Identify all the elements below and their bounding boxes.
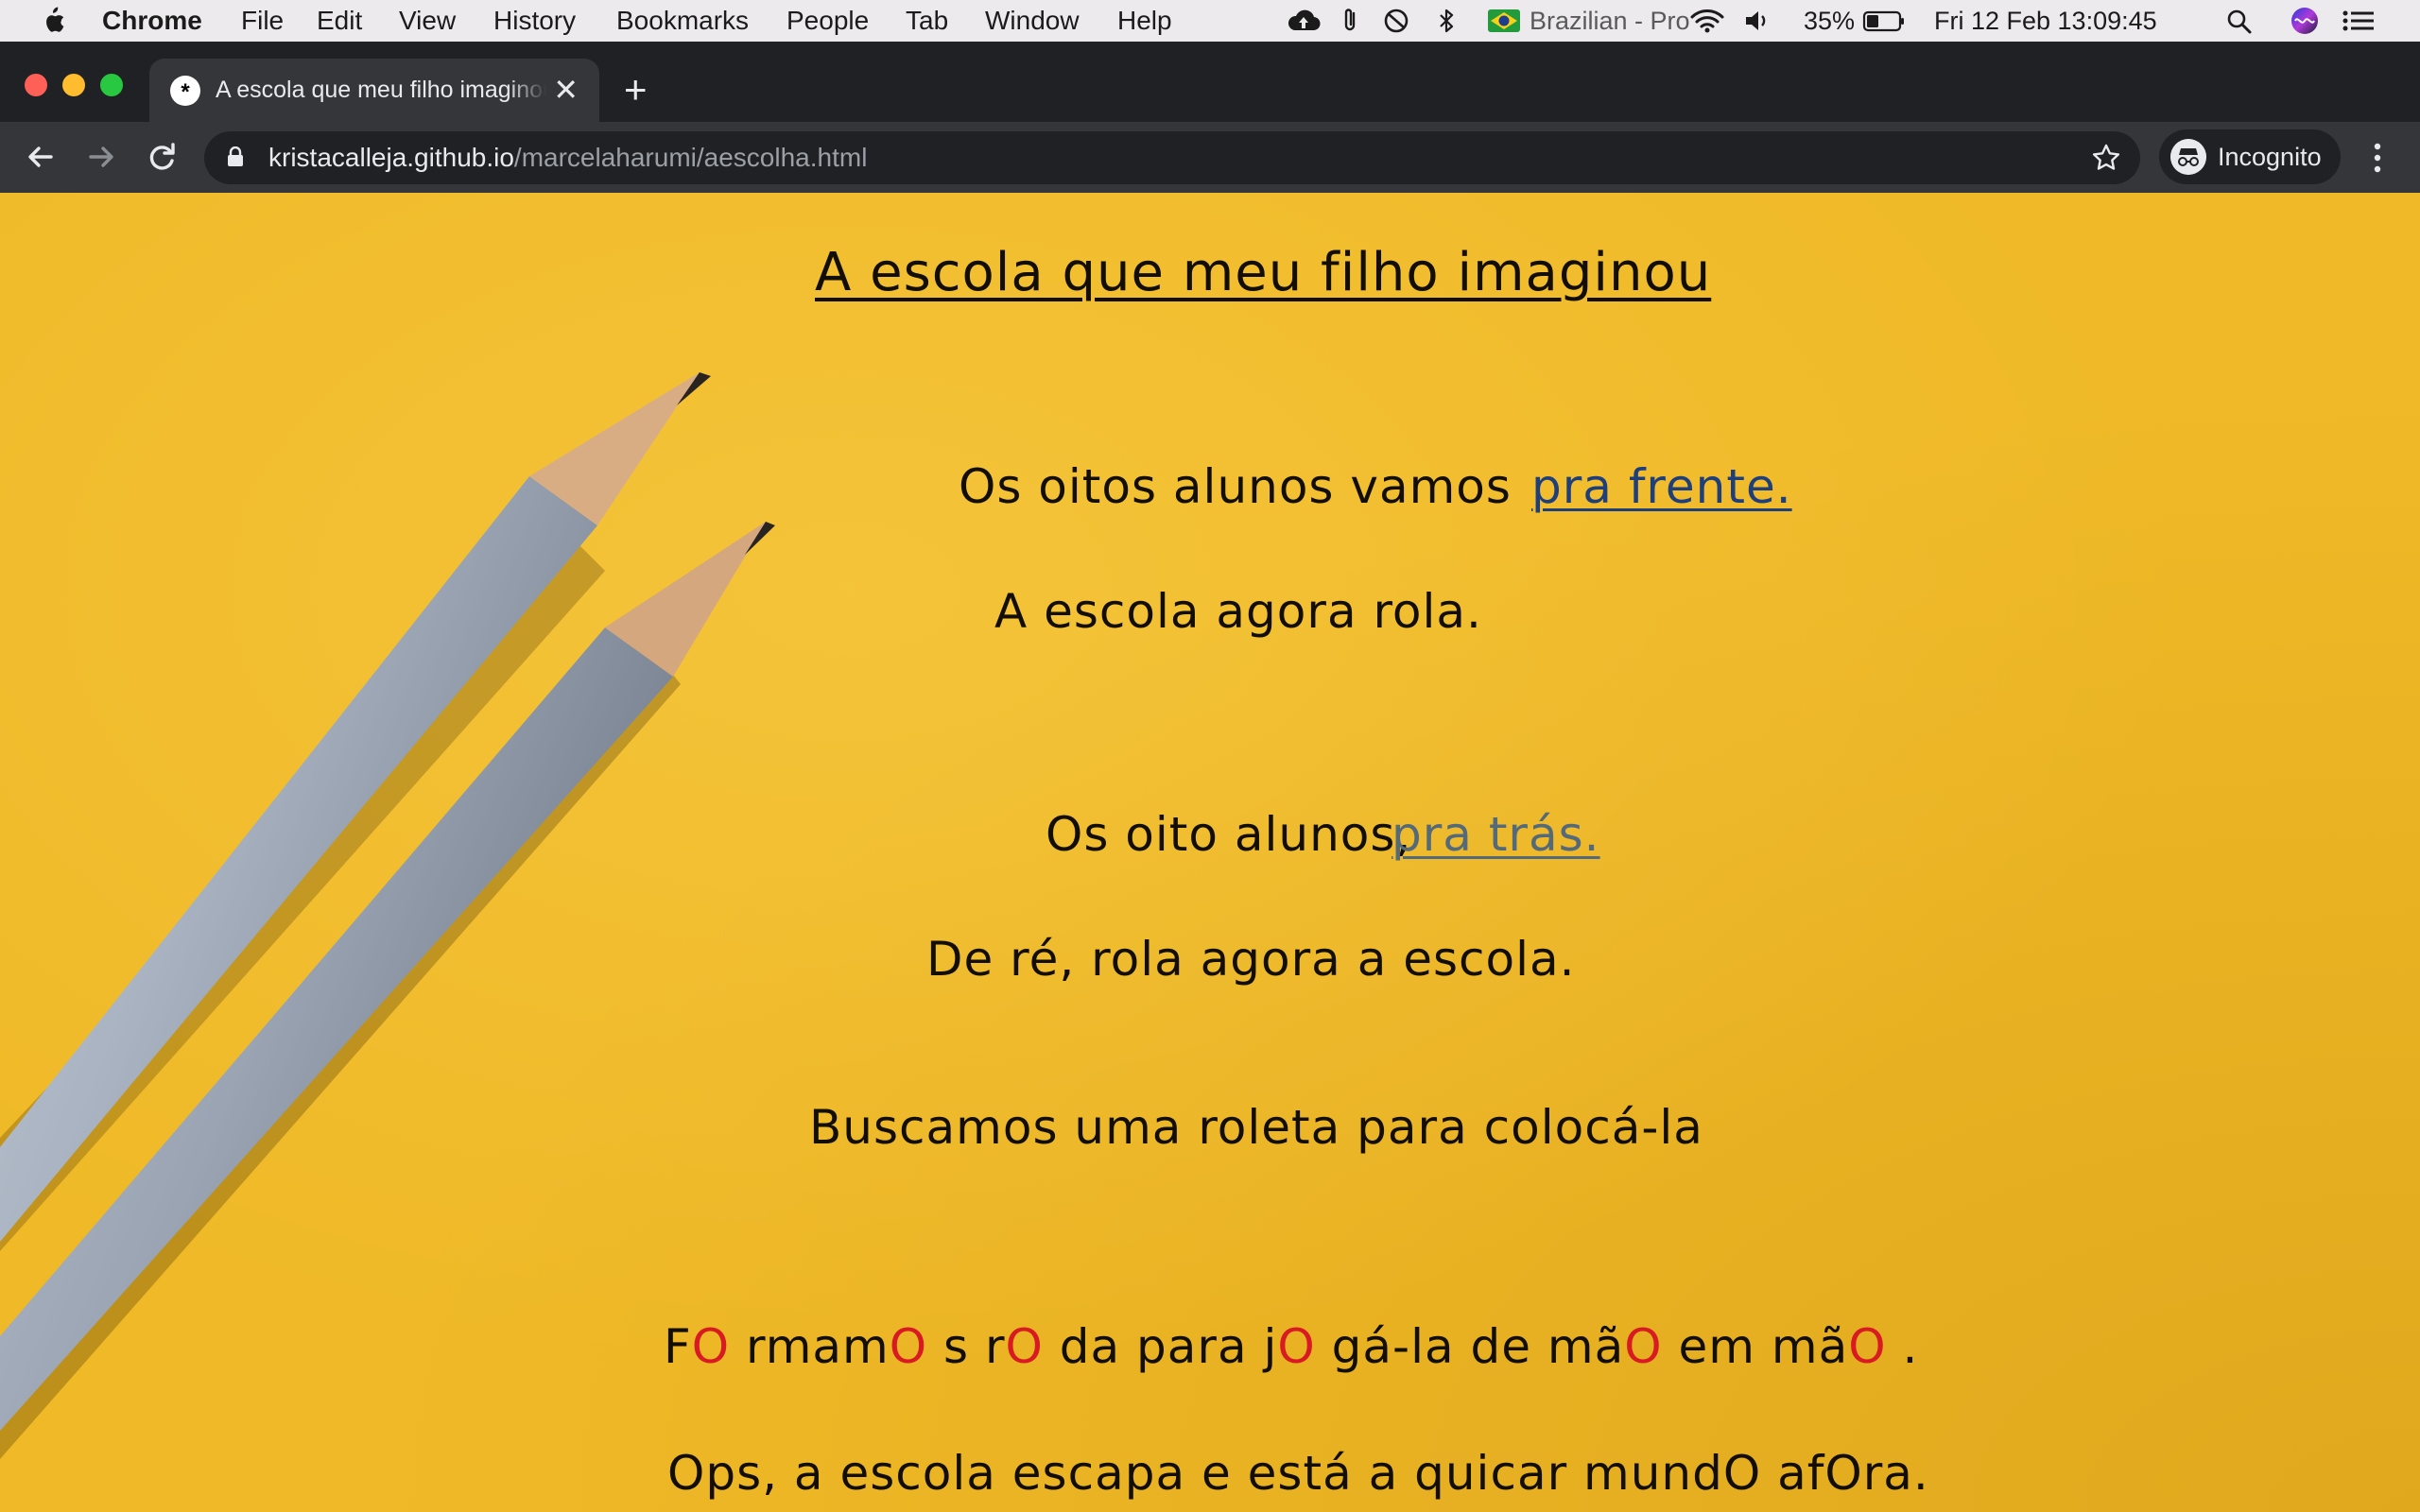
menu-tab[interactable]: Tab: [906, 4, 948, 38]
highlighted-o: O: [1624, 1319, 1663, 1374]
poem-line-7: Ops, a escola escapa e está a quicar mun…: [667, 1446, 1929, 1501]
link-pra-frente[interactable]: pra frente.: [1531, 459, 1792, 514]
poem-line-1: Os oitos alunos vamos: [959, 459, 1512, 514]
chrome-menu-icon[interactable]: [2363, 139, 2392, 177]
incognito-label: Incognito: [2218, 143, 2322, 171]
line6-part: F: [664, 1319, 692, 1374]
new-tab-icon[interactable]: +: [624, 66, 648, 113]
highlighted-o: O: [889, 1319, 928, 1374]
line6-part: da para j: [1043, 1319, 1278, 1374]
tab-title: A escola que meu filho imaginou: [216, 77, 546, 103]
apple-icon[interactable]: [38, 6, 66, 36]
highlighted-o: O: [1848, 1319, 1887, 1374]
menu-file[interactable]: File: [241, 4, 284, 38]
menu-history[interactable]: History: [493, 4, 576, 38]
menu-app-name[interactable]: Chrome: [102, 4, 202, 38]
url-text[interactable]: kristacalleja.github.io/marcelaharumi/ae…: [268, 139, 867, 177]
line6-part: rmam: [730, 1319, 890, 1374]
window-zoom-button[interactable]: [100, 74, 123, 96]
control-center-icon[interactable]: [2341, 8, 2377, 34]
web-page: A escola que meu filho imaginou Os oitos…: [0, 193, 2420, 1512]
lock-icon[interactable]: [227, 146, 244, 167]
wifi-icon[interactable]: [1688, 8, 1726, 34]
page-title: A escola que meu filho imaginou: [815, 242, 1712, 303]
menu-view[interactable]: View: [399, 4, 456, 38]
do-not-disturb-icon[interactable]: [1382, 8, 1410, 34]
highlighted-o: O: [691, 1319, 731, 1374]
reload-icon[interactable]: [140, 135, 183, 179]
bookmark-star-icon[interactable]: [2091, 143, 2121, 173]
poem-line-5: Buscamos uma roleta para colocá-la: [809, 1100, 1703, 1155]
window-minimize-button[interactable]: [62, 74, 85, 96]
battery-icon[interactable]: [1862, 8, 1906, 34]
url-path: /marcelaharumi/aescolha.html: [513, 143, 868, 172]
poem-line-2: A escola agora rola.: [994, 584, 1482, 639]
tab-active[interactable]: A escola que meu filho imaginou ✕: [149, 59, 599, 122]
poem-line-3: Os oito alunos,: [1046, 807, 1412, 862]
line6-part: gá-la de mã: [1315, 1319, 1625, 1374]
bluetooth-icon[interactable]: [1435, 8, 1458, 34]
back-arrow-icon[interactable]: [19, 135, 62, 179]
menu-bookmarks[interactable]: Bookmarks: [616, 4, 749, 38]
line6-part: s r: [927, 1319, 1006, 1374]
browser-toolbar: kristacalleja.github.io/marcelaharumi/ae…: [0, 122, 2420, 193]
incognito-icon: [2170, 139, 2206, 175]
paperclip-icon[interactable]: [1340, 8, 1361, 34]
line6-part: .: [1886, 1319, 1919, 1374]
favicon-icon: [170, 76, 200, 108]
menu-window[interactable]: Window: [985, 4, 1080, 38]
highlighted-o: O: [1277, 1319, 1316, 1374]
battery-percent[interactable]: 35%: [1804, 4, 1855, 38]
window-close-button[interactable]: [25, 74, 47, 96]
siri-icon[interactable]: [2290, 6, 2320, 36]
address-bar[interactable]: kristacalleja.github.io/marcelaharumi/ae…: [204, 131, 2140, 184]
pencils-image: [0, 372, 775, 1459]
clock[interactable]: Fri 12 Feb 13:09:45: [1934, 4, 2157, 38]
highlighted-o: O: [1005, 1319, 1044, 1374]
poem-line-6: FO rmamO s rO da para jO gá-la de mãO em…: [664, 1319, 1918, 1374]
spotlight-search-icon[interactable]: [2225, 8, 2254, 34]
incognito-profile-button[interactable]: Incognito: [2159, 129, 2341, 184]
volume-icon[interactable]: [1743, 8, 1772, 34]
brazil-flag-icon[interactable]: [1488, 9, 1520, 32]
input-source-label[interactable]: Brazilian - Pro: [1530, 4, 1690, 38]
link-pra-tras[interactable]: pra trás.: [1392, 807, 1600, 862]
line6-part: em mã: [1662, 1319, 1849, 1374]
menu-help[interactable]: Help: [1117, 4, 1172, 38]
macos-menu-bar: Chrome File Edit View History Bookmarks …: [0, 0, 2420, 42]
menu-people[interactable]: People: [786, 4, 869, 38]
menu-edit[interactable]: Edit: [317, 4, 362, 38]
url-host: kristacalleja.github.io: [268, 143, 514, 172]
poem-line-4: De ré, rola agora a escola.: [926, 932, 1576, 987]
forward-arrow-icon[interactable]: [79, 135, 123, 179]
cloud-upload-icon[interactable]: [1286, 8, 1322, 34]
tab-close-icon[interactable]: ✕: [553, 72, 579, 108]
